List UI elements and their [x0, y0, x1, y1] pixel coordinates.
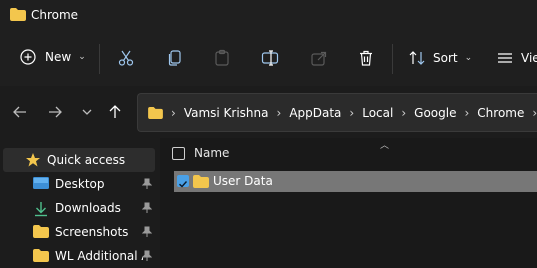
- plus-circle-icon: [20, 49, 36, 65]
- breadcrumb-chevron-icon[interactable]: ›: [532, 106, 537, 120]
- toolbar-divider: [99, 44, 100, 74]
- up-arrow-icon[interactable]: [106, 103, 124, 121]
- share-icon: [311, 51, 327, 66]
- pin-icon[interactable]: [142, 250, 152, 262]
- title-bar: Chrome: [0, 0, 537, 32]
- sidebar-item-downloads[interactable]: Downloads: [3, 196, 155, 220]
- sidebar-item-screenshots[interactable]: Screenshots: [3, 220, 155, 244]
- delete-button[interactable]: [357, 49, 375, 67]
- file-name: User Data: [213, 174, 273, 188]
- breadcrumb-chrome[interactable]: Chrome: [477, 106, 524, 120]
- breadcrumb-chevron-icon[interactable]: ›: [349, 106, 354, 120]
- breadcrumb-chevron-icon[interactable]: ›: [171, 106, 176, 120]
- share-button[interactable]: [310, 49, 328, 67]
- file-list: ︿ Name User Data: [160, 138, 537, 268]
- cut-button[interactable]: [117, 49, 135, 67]
- paste-icon: [215, 49, 229, 66]
- sidebar-item-wl-additional[interactable]: WL Additional A: [3, 244, 155, 268]
- forward-arrow-icon[interactable]: [46, 103, 64, 121]
- view-list-icon: [498, 53, 512, 63]
- breadcrumb-chevron-icon[interactable]: ›: [464, 106, 469, 120]
- sort-ascending-icon: ︿: [380, 141, 390, 151]
- sort-button[interactable]: Sort ⌄: [408, 49, 472, 67]
- new-button-label: New: [45, 50, 72, 64]
- copy-button[interactable]: [166, 49, 184, 67]
- address-bar[interactable]: › Vamsi Krishna › AppData › Local › Goog…: [137, 93, 537, 132]
- view-button[interactable]: View: [496, 49, 537, 67]
- sidebar-item-label: Quick access: [47, 153, 126, 167]
- breadcrumb-chevron-icon[interactable]: ›: [277, 106, 282, 120]
- back-arrow-icon[interactable]: [11, 103, 29, 121]
- folder-icon: [148, 106, 163, 119]
- paste-button[interactable]: [213, 49, 231, 67]
- rename-icon: [261, 50, 279, 66]
- sidebar-item-quick-access[interactable]: Quick access: [3, 148, 155, 172]
- row-checkbox[interactable]: [177, 175, 189, 188]
- pin-icon[interactable]: [142, 178, 152, 190]
- sidebar-item-label: Desktop: [55, 177, 105, 191]
- table-row[interactable]: User Data: [174, 171, 537, 192]
- sort-icon: [409, 51, 425, 65]
- sort-button-label: Sort: [433, 51, 458, 65]
- star-icon: [26, 153, 40, 167]
- copy-icon: [168, 50, 181, 66]
- folder-icon: [10, 8, 26, 21]
- sidebar-item-label: WL Additional A: [55, 249, 143, 263]
- chevron-down-icon: ⌄: [464, 53, 473, 63]
- select-all-checkbox[interactable]: [172, 147, 185, 160]
- breadcrumb-google[interactable]: Google: [414, 106, 456, 120]
- sidebar-item-desktop[interactable]: Desktop: [3, 172, 155, 196]
- column-header-name[interactable]: Name: [194, 146, 229, 160]
- column-header-row: ︿ Name: [160, 138, 537, 168]
- navigation-pane: Quick access Desktop Downloads Screensho…: [0, 138, 160, 268]
- scissors-icon: [118, 50, 134, 66]
- folder-icon: [33, 225, 49, 238]
- sidebar-item-label: Screenshots: [55, 225, 129, 239]
- toolbar-divider: [392, 44, 393, 74]
- sidebar-item-label: Downloads: [55, 201, 121, 215]
- breadcrumb-user[interactable]: Vamsi Krishna: [184, 106, 269, 120]
- folder-icon: [33, 249, 49, 262]
- breadcrumb-appdata[interactable]: AppData: [289, 106, 341, 120]
- chevron-down-icon: ⌄: [78, 52, 86, 62]
- recent-locations-chevron-icon[interactable]: [78, 103, 96, 121]
- view-button-label: View: [521, 51, 537, 65]
- trash-icon: [360, 50, 372, 66]
- folder-icon: [193, 175, 209, 188]
- command-bar: New ⌄ Sort ⌄ Vie: [0, 32, 537, 87]
- rename-button[interactable]: [261, 49, 279, 67]
- desktop-icon: [33, 177, 49, 189]
- window-title: Chrome: [31, 8, 79, 22]
- breadcrumb-local[interactable]: Local: [362, 106, 393, 120]
- download-icon: [35, 202, 47, 217]
- pin-icon[interactable]: [142, 202, 152, 214]
- pin-icon[interactable]: [142, 226, 152, 238]
- checkmark-icon: [179, 181, 188, 188]
- breadcrumb-chevron-icon[interactable]: ›: [401, 106, 406, 120]
- new-button[interactable]: New ⌄: [20, 49, 86, 65]
